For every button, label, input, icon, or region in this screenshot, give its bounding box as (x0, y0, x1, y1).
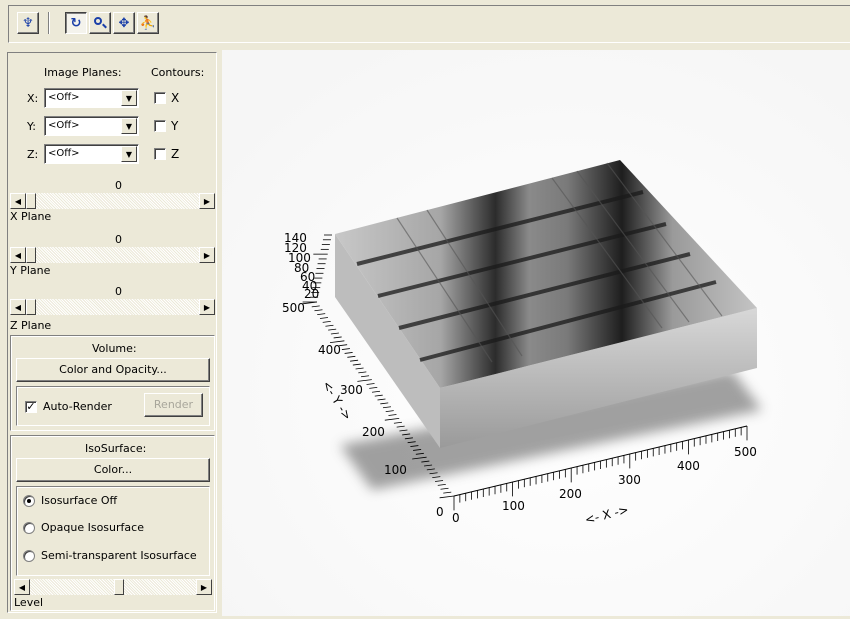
pan-button[interactable]: ✥ (113, 12, 135, 34)
scroll-left-icon[interactable]: ◀ (14, 579, 30, 595)
z-contour-label: Z (171, 147, 180, 161)
volume-plot-svg[interactable]: 0 100 200 300 400 500 <- X -> 0 100 200 … (222, 50, 850, 616)
image-planes-heading: Image Planes: (44, 66, 122, 79)
scroll-right-icon[interactable]: ▶ (196, 579, 212, 595)
opaque-isosurface-radio[interactable] (23, 522, 35, 534)
chevron-down-icon[interactable]: ▼ (121, 146, 137, 162)
y-tick-label: 100 (384, 463, 407, 477)
color-and-opacity-button[interactable]: Color and Opacity... (16, 358, 210, 382)
auto-render-label: Auto-Render (43, 400, 112, 413)
select-button[interactable]: ⛹ (137, 12, 159, 34)
y-tick-label: 500 (282, 301, 305, 315)
zoom-button[interactable] (89, 12, 111, 34)
x-plane-select-value: <Off> (48, 92, 80, 103)
semi-transparent-isosurface-label: Semi-transparent Isosurface (41, 549, 197, 562)
x-plane-select[interactable]: <Off> ▼ (44, 88, 139, 108)
pan-arrows-icon: ✥ (118, 15, 130, 31)
y-tick-label: 0 (436, 505, 444, 519)
volume-heading: Volume: (92, 342, 137, 355)
contours-heading: Contours: (151, 66, 205, 79)
auto-render-checkbox[interactable]: ✓ (25, 401, 37, 413)
isosurface-off-radio[interactable] (23, 495, 35, 507)
z-plane-slider-value: 0 (115, 285, 122, 298)
scroll-left-icon[interactable]: ◀ (10, 193, 26, 209)
z-tick-label: 140 (284, 231, 307, 245)
z-plane-select[interactable]: <Off> ▼ (44, 144, 139, 164)
y-plane-select-value: <Off> (48, 120, 80, 131)
x-tick-label: 400 (677, 459, 700, 473)
x-tick-label: 200 (559, 487, 582, 501)
y-tick-label: 300 (340, 383, 363, 397)
isosurface-group: IsoSurface: Color... Isosurface Off Opaq… (10, 435, 215, 611)
scroll-left-icon[interactable]: ◀ (10, 247, 26, 263)
y-plane-slider-value: 0 (115, 233, 122, 246)
isosurface-level-slider[interactable]: ◀ ▶ (14, 579, 212, 595)
y-plane-slider[interactable]: ◀ ▶ (10, 247, 215, 263)
isosurface-heading: IsoSurface: (85, 442, 147, 455)
volume-render-canvas[interactable]: 0 100 200 300 400 500 <- X -> 0 100 200 … (222, 50, 850, 616)
render-button[interactable]: Render (144, 393, 203, 417)
isosurface-level-label: Level (14, 596, 44, 609)
toolbar: ♆ ↻ ✥ ⛹ (0, 0, 850, 47)
z-plane-select-value: <Off> (48, 148, 80, 159)
reset-view-button[interactable]: ♆ (17, 12, 39, 34)
select-icon: ⛹ (139, 15, 157, 31)
scroll-right-icon[interactable]: ▶ (199, 299, 215, 315)
scroll-right-icon[interactable]: ▶ (199, 193, 215, 209)
x-plane-slider-label: X Plane (10, 210, 52, 223)
x-plane-slider-thumb[interactable] (26, 193, 36, 209)
control-panel: Image Planes: Contours: X: <Off> ▼ X Y: … (7, 52, 217, 613)
x-contour-label: X (171, 91, 180, 105)
y-contour-checkbox[interactable] (154, 120, 166, 132)
z-plane-slider-label: Z Plane (10, 319, 52, 332)
x-tick-label: 500 (734, 445, 757, 459)
z-plane-slider[interactable]: ◀ ▶ (10, 299, 215, 315)
z-plane-axis-label: Z: (27, 148, 39, 161)
magnifier-icon (94, 17, 107, 29)
hand-tool-icon: ♆ (22, 15, 34, 31)
x-plane-slider[interactable]: ◀ ▶ (10, 193, 215, 209)
chevron-down-icon[interactable]: ▼ (121, 90, 137, 106)
y-tick-label: 200 (362, 425, 385, 439)
chevron-down-icon[interactable]: ▼ (121, 118, 137, 134)
opaque-isosurface-label: Opaque Isosurface (41, 521, 144, 534)
isosurface-mode-group: Isosurface Off Opaque Isosurface Semi-tr… (16, 486, 210, 576)
z-contour-checkbox[interactable] (154, 148, 166, 160)
render-subgroup: ✓ Auto-Render Render (16, 386, 210, 426)
isosurface-color-button[interactable]: Color... (16, 458, 210, 482)
y-plane-axis-label: Y: (27, 120, 36, 133)
y-plane-slider-label: Y Plane (10, 264, 51, 277)
toolbar-separator (48, 12, 50, 34)
scroll-left-icon[interactable]: ◀ (10, 299, 26, 315)
isosurface-off-label: Isosurface Off (41, 494, 118, 507)
scroll-right-icon[interactable]: ▶ (199, 247, 215, 263)
y-tick-label: 400 (318, 343, 341, 357)
y-plane-slider-thumb[interactable] (26, 247, 36, 263)
rotate-icon: ↻ (70, 15, 82, 31)
rotate-button[interactable]: ↻ (65, 12, 87, 34)
semi-transparent-isosurface-radio[interactable] (23, 550, 35, 562)
x-contour-checkbox[interactable] (154, 92, 166, 104)
y-plane-select[interactable]: <Off> ▼ (44, 116, 139, 136)
isosurface-level-slider-thumb[interactable] (114, 579, 124, 595)
y-contour-label: Y (171, 119, 179, 133)
x-tick-label: 0 (452, 511, 460, 525)
x-tick-label: 300 (618, 473, 641, 487)
x-tick-label: 100 (502, 499, 525, 513)
volume-group: Volume: Color and Opacity... ✓ Auto-Rend… (10, 335, 215, 431)
x-plane-axis-label: X: (27, 92, 39, 105)
x-plane-slider-value: 0 (115, 179, 122, 192)
z-plane-slider-thumb[interactable] (26, 299, 36, 315)
